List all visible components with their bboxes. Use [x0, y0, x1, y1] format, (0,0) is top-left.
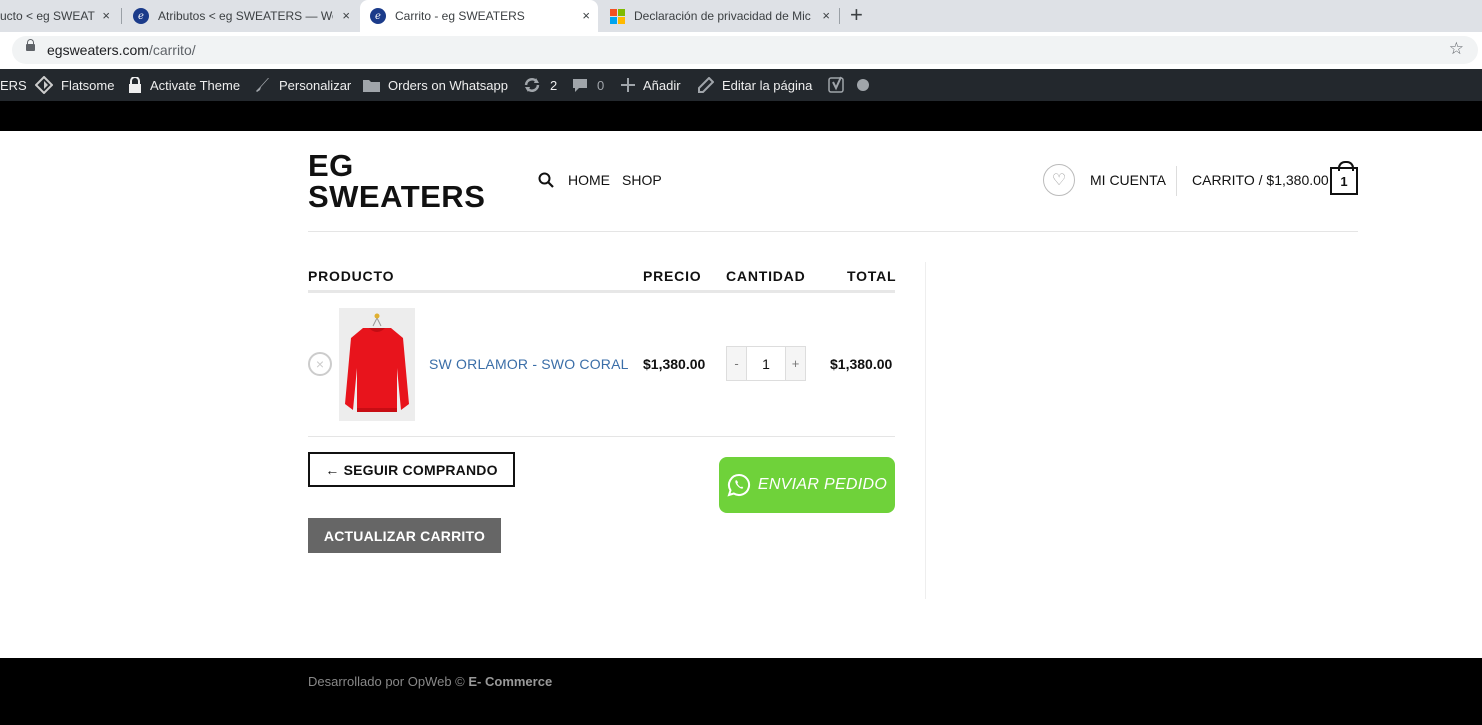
product-name-link[interactable]: SW ORLAMOR - SWO CORAL [429, 356, 629, 372]
col-header-product: PRODUCTO [308, 268, 395, 284]
comment-icon [573, 78, 587, 92]
lock-icon[interactable] [26, 39, 35, 51]
admin-updates[interactable]: 2 [523, 69, 557, 101]
new-tab-button[interactable]: + [850, 3, 863, 27]
col-header-total: TOTAL [847, 268, 897, 284]
updates-icon [524, 78, 540, 92]
folder-icon [363, 79, 380, 92]
flatsome-label: Flatsome [61, 77, 115, 93]
plus-icon [621, 78, 635, 92]
col-header-price: PRECIO [643, 268, 702, 284]
tab-title: Atributos < eg SWEATERS — Wo [158, 9, 333, 23]
activate-theme-label: Activate Theme [150, 77, 241, 93]
url-host: egsweaters.com [47, 42, 149, 58]
logo-line-1: EG [308, 148, 354, 183]
edit-page-label: Editar la página [722, 77, 813, 93]
comments-count: 0 [597, 77, 605, 93]
footer-credits: Desarrollado por OpWeb © E- Commerce [308, 674, 552, 689]
admin-flatsome[interactable]: Flatsome [35, 69, 114, 101]
site-footer: Desarrollado por OpWeb © E- Commerce [0, 658, 1482, 725]
cart-count-badge: 1 [1340, 173, 1348, 189]
updates-count: 2 [550, 77, 558, 93]
cart-bag-icon[interactable]: 1 [1330, 161, 1358, 195]
add-new-label: Añadir [643, 77, 681, 93]
whatsapp-order-label: ENVIAR PEDIDO [757, 476, 888, 493]
tab-title: Declaración de privacidad de Mic [634, 9, 811, 23]
logo-line-2: SWEATERS [308, 179, 486, 214]
col-header-quantity: CANTIDAD [726, 268, 806, 284]
cart-link[interactable]: CARRITO / $1,380.00 [1192, 172, 1329, 188]
admin-site-name[interactable]: ERS [0, 69, 27, 101]
tab-title: Carrito - eg SWEATERS [395, 9, 525, 23]
wp-admin-bar: ERS Flatsome Activate Theme Personalizar… [0, 69, 1482, 101]
close-icon[interactable]: × [342, 8, 350, 24]
whatsapp-order-button[interactable]: ENVIAR PEDIDO [719, 457, 895, 513]
browser-tab[interactable]: e Atributos < eg SWEATERS — Wo × [123, 0, 358, 32]
site-name-label: ERS [0, 77, 27, 93]
qty-minus-button[interactable]: - [726, 346, 747, 381]
wordpress-favicon-icon: e [133, 8, 149, 24]
admin-customize[interactable]: Personalizar [255, 69, 351, 101]
bookmark-star-icon[interactable]: ☆ [1449, 39, 1464, 59]
brush-icon [256, 78, 269, 92]
seo-status-dot-icon [857, 79, 869, 91]
browser-tab[interactable]: Declaración de privacidad de Mic × [600, 0, 838, 32]
orders-label: Orders on Whatsapp [388, 77, 508, 93]
header-divider-line [308, 231, 1358, 232]
footer-text: Desarrollado por OpWeb © [308, 674, 465, 689]
admin-activate-theme[interactable]: Activate Theme [128, 69, 240, 101]
item-total: $1,380.00 [830, 356, 893, 372]
search-icon[interactable] [538, 172, 554, 188]
nav-shop[interactable]: SHOP [622, 172, 662, 188]
update-cart-button[interactable]: ACTUALIZAR CARRITO [308, 518, 501, 553]
header-divider [1176, 166, 1177, 196]
nav-home[interactable]: HOME [568, 172, 610, 188]
admin-add-new[interactable]: Añadir [621, 69, 681, 101]
tab-divider [839, 8, 840, 24]
pencil-icon [698, 77, 714, 93]
footer-brand: E- Commerce [468, 674, 553, 689]
table-header-rule [308, 290, 895, 293]
yoast-icon [828, 76, 844, 93]
my-account-link[interactable]: MI CUENTA [1090, 172, 1166, 188]
microsoft-logo-icon [610, 8, 625, 24]
close-icon[interactable]: × [822, 8, 830, 24]
tab-divider [121, 8, 122, 24]
admin-seo-status[interactable] [857, 69, 869, 101]
wordpress-favicon-icon: e [370, 8, 386, 24]
remove-item-icon[interactable]: × [308, 352, 332, 376]
tab-title: ucto < eg SWEAT [0, 9, 95, 23]
url-text[interactable]: egsweaters.com/carrito/ [47, 42, 196, 58]
whatsapp-icon [727, 473, 750, 497]
address-bar-row: egsweaters.com/carrito/ ☆ [0, 32, 1482, 69]
row-divider [308, 436, 895, 437]
site-logo[interactable]: EG SWEATERS [308, 150, 508, 212]
customize-label: Personalizar [279, 77, 352, 93]
flatsome-icon [35, 76, 53, 94]
close-icon[interactable]: × [582, 8, 590, 24]
admin-edit-page[interactable]: Editar la página [698, 69, 812, 101]
admin-comments[interactable]: 0 [572, 69, 604, 101]
continue-shopping-button[interactable]: ← SEGUIR COMPRANDO [308, 452, 515, 487]
qty-plus-button[interactable]: + [785, 346, 806, 381]
address-bar[interactable]: egsweaters.com/carrito/ ☆ [12, 36, 1478, 64]
qty-input[interactable]: 1 [747, 346, 785, 381]
top-band [0, 101, 1482, 131]
admin-yoast[interactable] [828, 69, 846, 101]
product-thumbnail[interactable] [339, 308, 415, 421]
browser-tab[interactable]: ucto < eg SWEAT × [0, 0, 118, 32]
browser-tab-active[interactable]: e Carrito - eg SWEATERS × [360, 0, 598, 32]
url-path: /carrito/ [148, 42, 196, 58]
column-divider [925, 262, 926, 599]
admin-orders-whatsapp[interactable]: Orders on Whatsapp [362, 69, 508, 101]
browser-tab-strip: ucto < eg SWEAT × e Atributos < eg SWEAT… [0, 0, 1482, 32]
close-icon[interactable]: × [102, 8, 110, 24]
wishlist-heart-icon[interactable]: ♡ [1043, 164, 1075, 196]
quantity-stepper: - 1 + [726, 346, 806, 381]
item-price: $1,380.00 [643, 356, 706, 372]
lock-icon [129, 77, 141, 93]
